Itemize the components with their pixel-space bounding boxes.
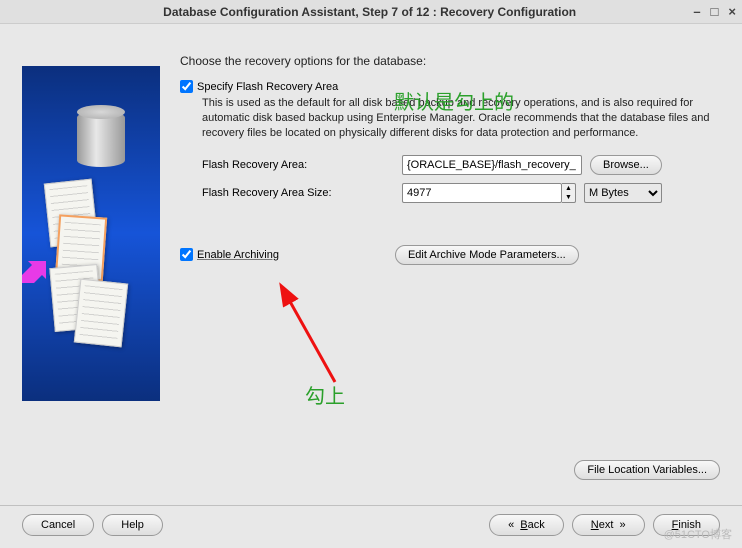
wizard-side-image: [22, 66, 160, 401]
database-icon: [77, 111, 125, 167]
next-button[interactable]: Next »: [572, 514, 645, 536]
section-heading: Choose the recovery options for the data…: [180, 54, 720, 68]
close-icon[interactable]: ×: [728, 4, 736, 19]
fra-size-input[interactable]: [402, 183, 562, 203]
enable-archiving-checkbox[interactable]: [180, 248, 193, 261]
fra-size-spinner[interactable]: ▲▼: [562, 183, 576, 203]
browse-button[interactable]: Browse...: [590, 155, 662, 175]
window: Database Configuration Assistant, Step 7…: [0, 0, 742, 548]
watermark: @51CTO博客: [664, 526, 732, 542]
titlebar: Database Configuration Assistant, Step 7…: [0, 0, 742, 24]
paper-icon: [74, 279, 128, 348]
size-unit-select[interactable]: M Bytes: [584, 183, 662, 203]
pink-arrow-icon: [22, 261, 46, 283]
fra-size-label: Flash Recovery Area Size:: [202, 187, 402, 199]
specify-flash-recovery-checkbox[interactable]: [180, 80, 193, 93]
fra-input[interactable]: [402, 155, 582, 175]
fra-label: Flash Recovery Area:: [202, 159, 402, 171]
specify-description: This is used as the default for all disk…: [202, 96, 712, 141]
enable-archiving-label: Enable Archiving: [197, 249, 279, 261]
maximize-icon[interactable]: □: [711, 4, 719, 19]
minimize-icon[interactable]: –: [693, 4, 700, 19]
specify-flash-recovery-label: Specify Flash Recovery Area: [197, 81, 338, 93]
help-button[interactable]: Help: [102, 514, 163, 536]
back-button[interactable]: « Back: [489, 514, 564, 536]
cancel-button[interactable]: Cancel: [22, 514, 94, 536]
window-title: Database Configuration Assistant, Step 7…: [46, 5, 693, 19]
content-area: Choose the recovery options for the data…: [180, 54, 720, 445]
edit-archive-params-button[interactable]: Edit Archive Mode Parameters...: [395, 245, 579, 265]
file-location-variables-button[interactable]: File Location Variables...: [574, 460, 720, 480]
